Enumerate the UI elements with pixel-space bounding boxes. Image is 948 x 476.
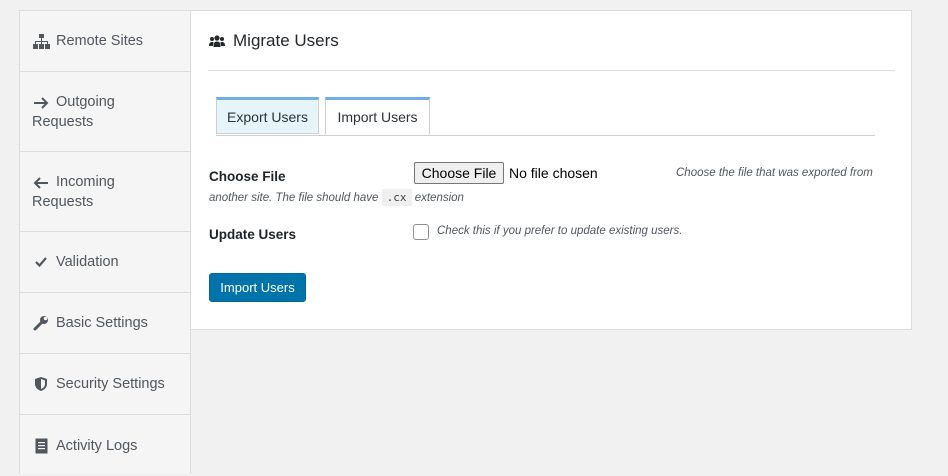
sidebar-item-label: Outgoing: [56, 94, 115, 110]
sidebar-item-activity-logs[interactable]: Activity Logs: [20, 415, 190, 476]
sidebar-item-incoming-requests[interactable]: Incoming Requests: [20, 152, 190, 232]
page-title-text: Migrate Users: [233, 31, 339, 50]
document-icon: [32, 437, 50, 455]
sidebar-item-label: Basic Settings: [56, 315, 148, 331]
divider: [208, 70, 895, 71]
sidebar-item-label: Activity Logs: [56, 437, 138, 454]
update-users-description: Check this if you prefer to update exist…: [437, 225, 683, 237]
sitemap-icon: [32, 32, 50, 50]
wrench-icon: [32, 314, 50, 332]
file-extension-code: .cx: [381, 189, 412, 206]
tab-import-users[interactable]: Import Users: [325, 97, 430, 135]
choose-file-description: Choose the file that was exported from: [676, 167, 873, 179]
sidebar-item-remote-sites[interactable]: Remote Sites: [20, 11, 190, 72]
sidebar-item-label-continued: Requests: [32, 114, 94, 130]
arrow-left-icon: [32, 174, 50, 192]
sidebar-item-validation[interactable]: Validation: [20, 232, 190, 293]
sidebar-item-security-settings[interactable]: Security Settings: [20, 354, 190, 415]
checkmark-icon: [32, 253, 50, 271]
arrow-right-icon: [32, 94, 50, 112]
choose-file-description-continued: another site. The file should have .cx e…: [209, 189, 464, 206]
update-users-checkbox[interactable]: [413, 224, 429, 240]
shield-icon: [32, 375, 50, 393]
description-text-end: extension: [414, 192, 464, 204]
sidebar-item-label: Incoming: [56, 174, 115, 190]
tab-export-users[interactable]: Export Users: [216, 97, 319, 134]
import-users-button[interactable]: Import Users: [209, 273, 306, 302]
update-users-label: Update Users: [209, 227, 297, 242]
sidebar-item-label-continued: Requests: [32, 194, 94, 210]
sidebar-item-label: Remote Sites: [56, 33, 144, 49]
sidebar-item-outgoing-requests[interactable]: Outgoing Requests: [20, 72, 190, 152]
page-title: Migrate Users: [209, 31, 339, 51]
sidebar-nav: Remote Sites Outgoing Requests Incoming …: [19, 10, 191, 474]
sidebar-item-label: Validation: [56, 254, 119, 270]
choose-file-button[interactable]: Choose File: [414, 162, 504, 184]
tab-bar: Export Users Import Users: [216, 97, 875, 136]
choose-file-label: Choose File: [209, 169, 286, 184]
sidebar-item-basic-settings[interactable]: Basic Settings: [20, 293, 190, 354]
file-status-text: No file chosen: [509, 165, 598, 181]
users-group-icon: [209, 32, 227, 50]
sidebar-item-label: Security Settings: [56, 376, 165, 392]
migrate-users-panel: Migrate Users Export Users Import Users …: [191, 10, 912, 330]
description-text: another site. The file should have: [209, 192, 379, 204]
